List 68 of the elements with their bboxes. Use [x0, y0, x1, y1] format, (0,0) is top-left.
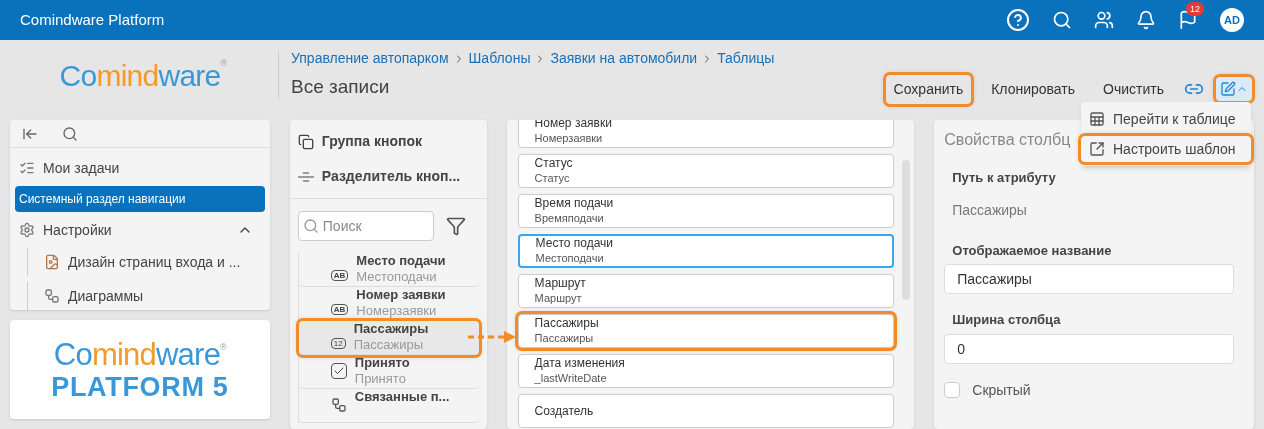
- toolbar-button[interactable]: Сохранить: [885, 74, 972, 104]
- attribute-item[interactable]: 12 Пассажиры Пассажиры: [298, 321, 479, 355]
- column-item[interactable]: Статус Статус: [517, 154, 895, 188]
- help-icon[interactable]: [1006, 8, 1030, 32]
- width-field[interactable]: 0: [944, 333, 1235, 364]
- field-label: Ширина столбца: [952, 311, 1062, 329]
- search-icon[interactable]: [1052, 10, 1072, 30]
- tool-item[interactable]: Разделитель кноп...: [297, 159, 479, 194]
- nav-item[interactable]: Системный раздел навигации: [15, 186, 265, 212]
- settings-icon: [19, 222, 35, 238]
- toolbar-button[interactable]: Клонировать: [983, 74, 1084, 104]
- toolbar-button[interactable]: Очистить: [1095, 74, 1172, 104]
- edit-menu-button[interactable]: [1216, 77, 1252, 101]
- checkbox-type-icon: [330, 363, 347, 379]
- field-label: Отображаемое название: [952, 241, 1113, 260]
- column-item[interactable]: Дата изменения _lastWriteDate: [517, 354, 895, 388]
- field-label: Путь к атрибуту: [952, 169, 1057, 187]
- notification-badge: 12: [1186, 2, 1204, 16]
- edit-icon: [1220, 81, 1236, 97]
- checklist-icon: [19, 160, 35, 176]
- image-file-icon: [44, 254, 60, 270]
- search-icon: [302, 218, 319, 234]
- type-badge: AB: [330, 304, 349, 315]
- user-avatar[interactable]: AD: [1220, 8, 1244, 32]
- link-type-icon: [330, 397, 347, 413]
- nav-item[interactable]: Дизайн страниц входа и ...: [27, 248, 265, 276]
- table-icon: [1089, 111, 1105, 127]
- column-item[interactable]: Маршрут Маршрут: [517, 274, 895, 308]
- column-item[interactable]: Создатель: [517, 394, 895, 428]
- tool-item[interactable]: Группа кнопок: [297, 124, 479, 159]
- copy-icon: [297, 133, 314, 150]
- search-field[interactable]: Поиск: [297, 211, 434, 241]
- brand-subtitle: PLATFORM 5: [51, 373, 229, 401]
- column-item[interactable]: Пассажиры Пассажиры: [517, 314, 895, 348]
- hidden-checkbox[interactable]: [944, 382, 961, 398]
- app-title: Comindware Platform: [20, 9, 165, 30]
- type-badge: 12: [330, 338, 346, 349]
- dashed-arrow: [468, 330, 516, 344]
- logo-text: Comindware®: [59, 56, 227, 94]
- breadcrumb-link[interactable]: Заявки на автомобили: [550, 48, 698, 70]
- attribute-path: Пассажиры: [952, 200, 1028, 220]
- type-badge: AB: [330, 270, 349, 281]
- nav-item[interactable]: Мои задачи: [15, 156, 265, 180]
- panel-title: Свойства столбц: [944, 130, 1071, 150]
- menu-item[interactable]: Перейти к таблице: [1081, 106, 1251, 132]
- checkbox-label: Скрытый: [972, 380, 1031, 400]
- breadcrumb-link[interactable]: Таблицы: [717, 48, 775, 70]
- users-icon[interactable]: [1094, 10, 1114, 30]
- attribute-item[interactable]: AB Место подачи Местоподачи: [298, 253, 479, 287]
- logo-text: Comindware®: [53, 338, 226, 370]
- filter-icon[interactable]: [445, 216, 466, 236]
- column-item[interactable]: Время подачи Времяподачи: [517, 194, 895, 228]
- breadcrumb-link[interactable]: Шаблоны: [468, 48, 531, 70]
- display-name-field[interactable]: Пассажиры: [944, 264, 1235, 294]
- attribute-item[interactable]: Принято Принято: [298, 355, 479, 389]
- diagram-icon: [44, 288, 60, 304]
- search-icon[interactable]: [62, 125, 78, 142]
- flag-icon[interactable]: [1178, 10, 1198, 30]
- page-title: Все записи: [291, 75, 391, 100]
- breadcrumb-link[interactable]: Управление автопарком: [291, 48, 449, 70]
- nav-item[interactable]: Диаграммы: [27, 282, 265, 310]
- column-item[interactable]: Место подачи Местоподачи: [517, 234, 895, 268]
- attribute-item[interactable]: Связанные п...: [298, 389, 479, 423]
- external-link-icon: [1089, 141, 1105, 157]
- divider-lines-icon: [297, 171, 314, 182]
- nav-item[interactable]: Настройки: [15, 218, 265, 242]
- bell-icon[interactable]: [1136, 10, 1156, 30]
- menu-item[interactable]: Настроить шаблон: [1081, 136, 1251, 162]
